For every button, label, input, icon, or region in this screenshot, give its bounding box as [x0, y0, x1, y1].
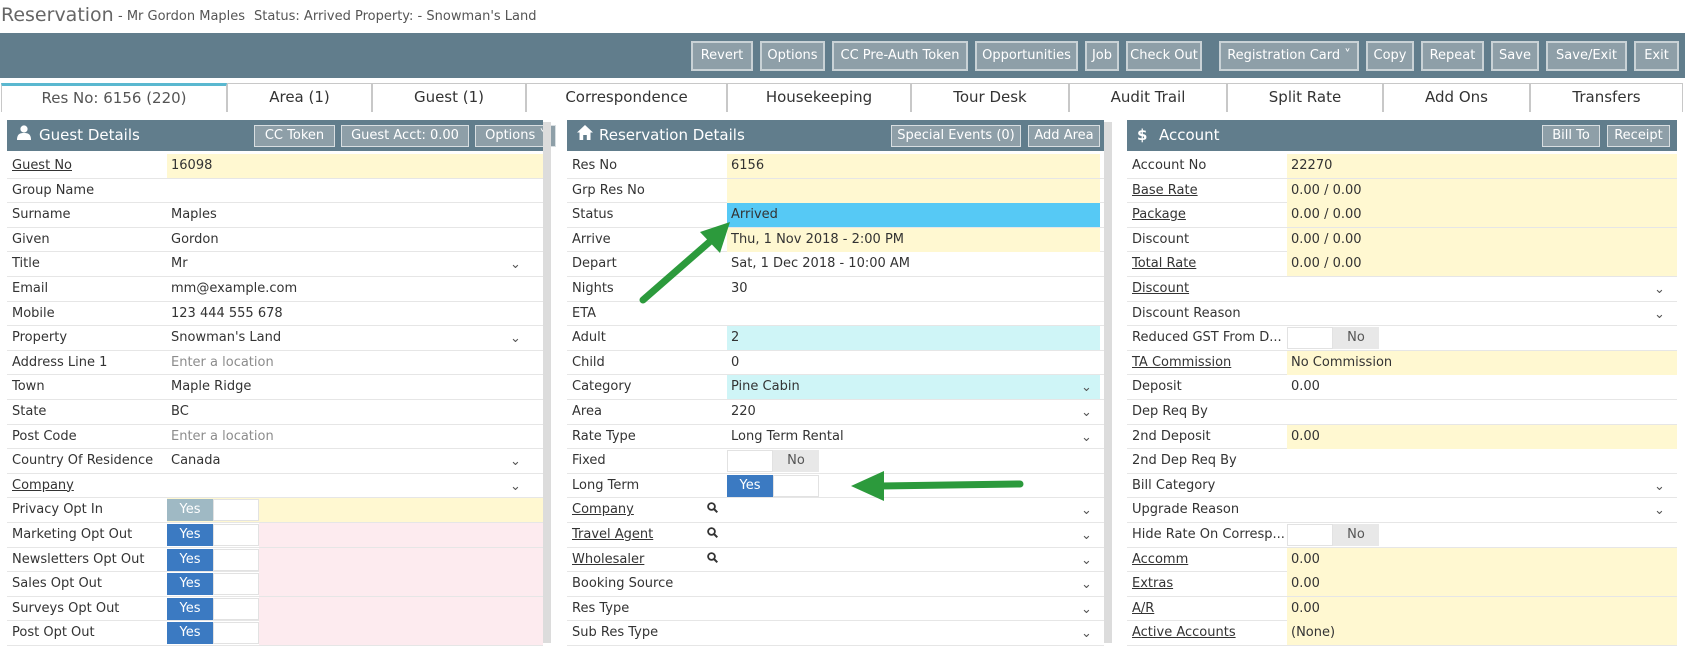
annotation-arrows	[639, 222, 1024, 501]
long-term-annotation-arrow	[851, 471, 1024, 501]
status-annotation-arrow	[639, 222, 730, 304]
